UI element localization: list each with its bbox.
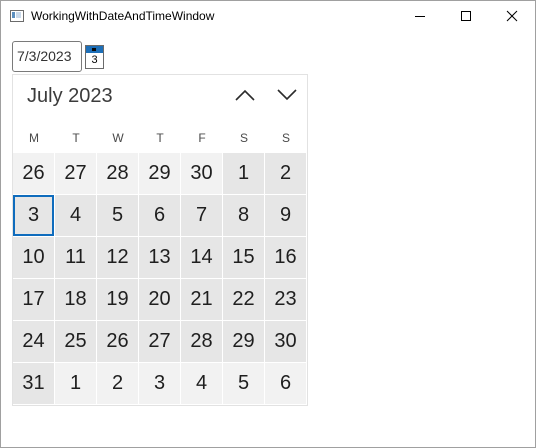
chevron-down-icon — [277, 89, 297, 101]
day-button[interactable]: 13 — [139, 237, 180, 278]
day-button[interactable]: 7 — [181, 195, 222, 236]
day-button[interactable]: 17 — [13, 279, 54, 320]
day-button[interactable]: 25 — [55, 321, 96, 362]
weekday-label: T — [72, 131, 80, 145]
day-button[interactable]: 8 — [223, 195, 264, 236]
close-icon — [506, 10, 518, 22]
day-grid: 26 27 28 29 30 1 2 3 4 5 6 7 8 9 10 11 12 13 14 15 16 17 18 19 2… — [13, 153, 307, 405]
day-button[interactable]: 10 — [13, 237, 54, 278]
month-title-button[interactable]: July 2023 — [27, 85, 113, 108]
date-text-input[interactable]: 7/3/2023 — [12, 41, 82, 72]
day-button[interactable]: 5 — [97, 195, 138, 236]
day-button[interactable]: 23 — [265, 279, 306, 320]
day-button[interactable]: 26 — [97, 321, 138, 362]
day-button[interactable]: 18 — [55, 279, 96, 320]
day-button[interactable]: 21 — [181, 279, 222, 320]
day-button[interactable]: 11 — [55, 237, 96, 278]
next-month-button[interactable] — [273, 83, 301, 109]
window-title: WorkingWithDateAndTimeWindow — [31, 9, 215, 23]
previous-month-button[interactable] — [231, 83, 259, 109]
day-button[interactable]: 2 — [265, 153, 306, 194]
day-button[interactable]: 16 — [265, 237, 306, 278]
day-button[interactable]: 1 — [55, 363, 96, 404]
day-button[interactable]: 24 — [13, 321, 54, 362]
app-icon — [10, 10, 24, 22]
day-button[interactable]: 29 — [223, 321, 264, 362]
selected-day-button[interactable]: 3 — [13, 195, 54, 236]
weekday-label: W — [112, 131, 124, 145]
day-button[interactable]: 9 — [265, 195, 306, 236]
day-button[interactable]: 5 — [223, 363, 264, 404]
day-button[interactable]: 31 — [13, 363, 54, 404]
day-button[interactable]: 4 — [55, 195, 96, 236]
weekday-label: F — [198, 131, 206, 145]
maximize-button[interactable] — [443, 1, 489, 32]
day-button[interactable]: 20 — [139, 279, 180, 320]
weekday-label: S — [239, 131, 248, 145]
title-bar[interactable]: WorkingWithDateAndTimeWindow — [1, 1, 535, 32]
day-button[interactable]: 2 — [97, 363, 138, 404]
day-button[interactable]: 30 — [181, 153, 222, 194]
day-button[interactable]: 19 — [97, 279, 138, 320]
day-button[interactable]: 6 — [265, 363, 306, 404]
day-button[interactable]: 28 — [181, 321, 222, 362]
weekday-label: T — [156, 131, 164, 145]
calendar-toggle-button[interactable]: 3 — [85, 45, 104, 69]
close-button[interactable] — [489, 1, 535, 32]
day-button[interactable]: 30 — [265, 321, 306, 362]
day-button[interactable]: 3 — [139, 363, 180, 404]
calendar-popup: July 2023 MTWTFSS 26 27 28 29 30 1 2 3 4 5 6 7 8 9 10 1… — [12, 74, 308, 406]
day-button[interactable]: 14 — [181, 237, 222, 278]
maximize-icon — [461, 11, 471, 21]
day-button[interactable]: 22 — [223, 279, 264, 320]
day-button[interactable]: 6 — [139, 195, 180, 236]
day-button[interactable]: 15 — [223, 237, 264, 278]
day-button[interactable]: 28 — [97, 153, 138, 194]
weekday-label: S — [281, 131, 290, 145]
minimize-button[interactable] — [397, 1, 443, 32]
minimize-icon — [415, 16, 425, 17]
calendar-icon — [86, 46, 103, 53]
day-button[interactable]: 26 — [13, 153, 54, 194]
chevron-up-icon — [235, 89, 255, 101]
day-button[interactable]: 29 — [139, 153, 180, 194]
day-button[interactable]: 27 — [139, 321, 180, 362]
weekday-label: M — [29, 131, 39, 145]
calendar-toggle-day: 3 — [91, 54, 98, 66]
main-window: WorkingWithDateAndTimeWindow 7/3/2023 3 … — [0, 0, 536, 448]
day-button[interactable]: 12 — [97, 237, 138, 278]
day-button[interactable]: 4 — [181, 363, 222, 404]
day-button[interactable]: 27 — [55, 153, 96, 194]
weekday-header-row: MTWTFSS — [13, 123, 307, 153]
day-button[interactable]: 1 — [223, 153, 264, 194]
